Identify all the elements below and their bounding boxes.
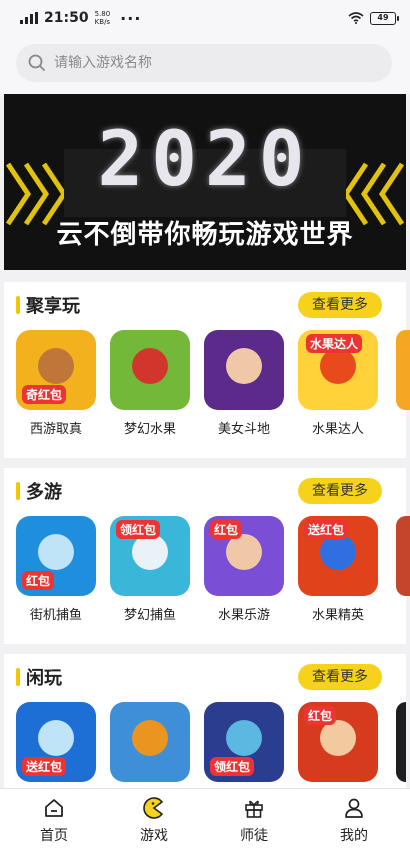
game-name: 水果精英 [311, 608, 364, 623]
battery-icon: 49 [370, 11, 399, 25]
banner-year: 2020 [97, 114, 313, 203]
user-icon [345, 798, 363, 818]
game-name: 梦幻水果 [123, 422, 176, 437]
game-icon: 红包 [298, 702, 378, 782]
game-icon-partial[interactable] [396, 702, 406, 782]
game-icon [143, 797, 164, 819]
section-juxiangwan: 聚享玩 查看更多 奇红包 西游取真 梦幻水果 美女斗地 水果达人 水果达人 [4, 282, 410, 458]
game-item[interactable]: 奇红包 西游取真 [16, 330, 96, 450]
section-duoyou: 多游 查看更多 红包 街机捕鱼 领红包 梦幻捕鱼 红包 水果乐游 送红包 水果精… [4, 468, 410, 644]
game-name: 梦幻捕鱼 [123, 608, 176, 623]
game-name: 美女斗地 [217, 422, 270, 437]
game-item[interactable]: 红包 街机捕鱼 [16, 516, 96, 636]
game-icon: 红包 [204, 516, 284, 596]
game-item[interactable]: 领红包 [204, 702, 284, 788]
game-icon: 送红包 [298, 516, 378, 596]
search-area [0, 36, 410, 94]
home-icon [45, 799, 63, 817]
search-bar[interactable] [16, 44, 392, 82]
promo-banner[interactable]: 2020 云不倒带你畅玩游戏世界 [4, 94, 406, 270]
bottom-tab-bar: 首页 游戏 师徒 我的 [0, 788, 410, 848]
game-name: 水果乐游 [217, 608, 270, 623]
game-item[interactable] [110, 702, 190, 788]
game-icon: 奇红包 [16, 330, 96, 410]
game-name: 水果达人 [311, 422, 364, 437]
see-more-button[interactable]: 查看更多 [298, 292, 382, 318]
wifi-icon [348, 12, 364, 24]
network-speed: 5.80 KB/s [94, 10, 111, 26]
game-icon: 红包 [16, 516, 96, 596]
search-icon [28, 54, 46, 72]
game-item[interactable]: 美女斗地 [204, 330, 284, 450]
game-icon: 领红包 [110, 516, 190, 596]
gift-icon [245, 800, 263, 818]
game-item[interactable]: 送红包 水果精英 [298, 516, 378, 636]
game-icon-partial[interactable] [396, 330, 410, 410]
section-title: 多游 [26, 482, 62, 503]
game-icon: 领红包 [204, 702, 284, 782]
search-input[interactable] [54, 55, 354, 71]
game-icon [110, 702, 190, 782]
game-icon [204, 330, 284, 410]
see-more-button[interactable]: 查看更多 [298, 664, 382, 690]
tab-home[interactable]: 首页 [14, 789, 94, 848]
tab-games[interactable]: 游戏 [114, 789, 194, 848]
game-item[interactable]: 领红包 梦幻捕鱼 [110, 516, 190, 636]
banner-slogan: 云不倒带你畅玩游戏世界 [56, 220, 354, 250]
game-icon [110, 330, 190, 410]
game-icon: 送红包 [16, 702, 96, 782]
status-time: 21:50 [44, 10, 89, 26]
game-icon: 水果达人 [298, 330, 378, 410]
game-item[interactable]: 水果达人 水果达人 [298, 330, 378, 450]
section-title: 闲玩 [26, 668, 62, 689]
tab-mine[interactable]: 我的 [314, 789, 394, 848]
section-title: 聚享玩 [26, 296, 80, 317]
tab-mentor[interactable]: 师徒 [214, 789, 294, 848]
game-name: 街机捕鱼 [29, 608, 82, 623]
signal-icon [20, 12, 38, 24]
game-item[interactable]: 梦幻水果 [110, 330, 190, 450]
section-xianwan: 闲玩 查看更多 送红包 领红包 红包 [4, 654, 406, 788]
status-bar: 21:50 5.80 KB/s ··· 49 [0, 0, 410, 36]
game-icon-partial[interactable] [396, 516, 410, 596]
see-more-button[interactable]: 查看更多 [298, 478, 382, 504]
game-item[interactable]: 红包 [298, 702, 378, 788]
game-name: 西游取真 [29, 422, 82, 437]
game-item[interactable]: 送红包 [16, 702, 96, 788]
game-item[interactable]: 红包 水果乐游 [204, 516, 284, 636]
more-dots-icon: ··· [120, 8, 142, 28]
